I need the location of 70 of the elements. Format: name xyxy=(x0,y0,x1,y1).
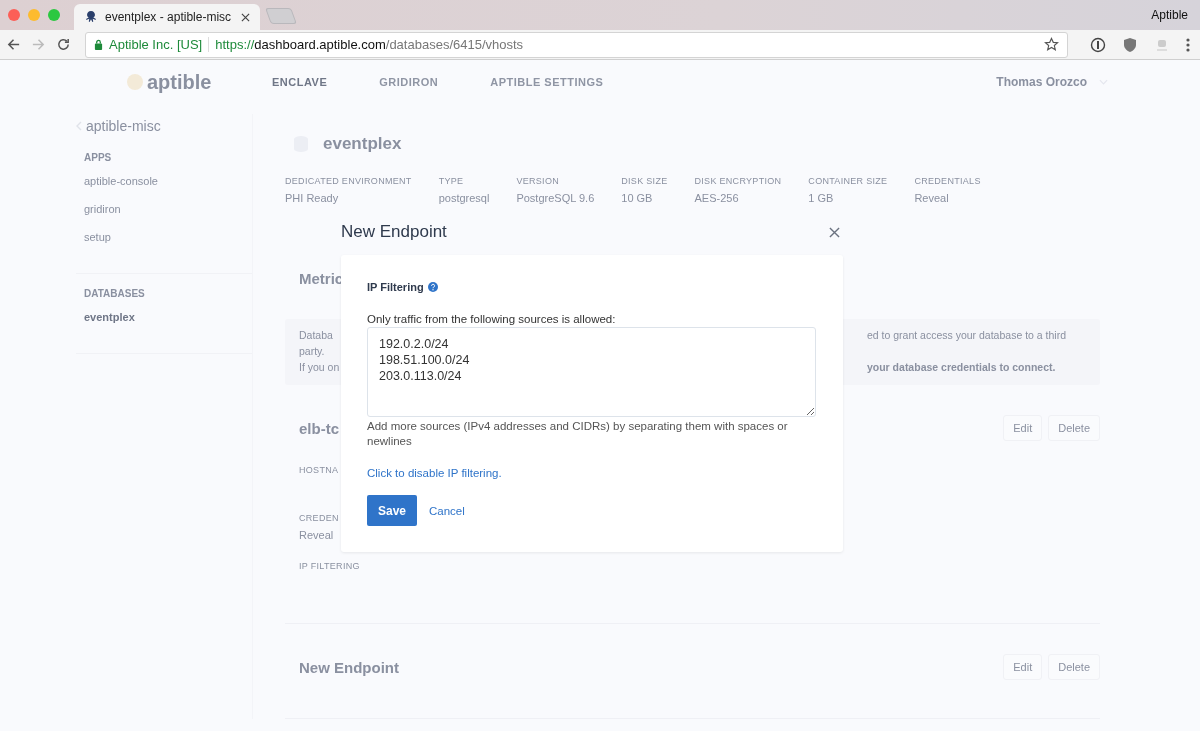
logo-icon xyxy=(125,72,145,92)
stat-value: 10 GB xyxy=(621,192,653,204)
cancel-link[interactable]: Cancel xyxy=(429,504,465,517)
sidebar-item[interactable]: setup xyxy=(84,231,111,259)
address-bar[interactable]: Aptible Inc. [US] https://dashboard.aptible.com/databases/6415/vhosts xyxy=(85,31,1068,58)
notice-text: your database credentials to connect. xyxy=(866,361,1056,373)
endpoint-title: elb-tc xyxy=(299,419,339,437)
stat-value: AES-256 xyxy=(694,192,739,204)
field-label: CREDEN xyxy=(299,513,339,523)
sidebar-item[interactable]: aptible-console xyxy=(84,175,158,203)
section-title: IP Filtering xyxy=(367,281,424,293)
field-label: IP FILTERING xyxy=(299,561,360,571)
reload-icon[interactable] xyxy=(56,37,71,52)
field-label: HOSTNA xyxy=(299,465,339,475)
disable-filtering-link[interactable]: Click to disable IP filtering. xyxy=(367,467,502,479)
close-tab-icon[interactable] xyxy=(241,12,250,22)
help-icon[interactable] xyxy=(427,282,438,292)
notice-text: party. xyxy=(299,345,325,357)
stat-label: DEDICATED ENVIRONMENT xyxy=(285,176,412,186)
stat-label: VERSION xyxy=(516,176,559,186)
menu-icon[interactable] xyxy=(1186,36,1190,53)
field-label: Only traffic from the following sources is allowed: xyxy=(367,313,617,325)
profile-name: Aptible xyxy=(1151,8,1188,22)
back-link[interactable]: aptible-misc xyxy=(86,118,161,134)
sidebar-heading: DATABASES xyxy=(84,288,145,299)
nav-tab[interactable]: ENCLAVE xyxy=(272,76,328,88)
close-icon[interactable] xyxy=(829,226,840,238)
stat-value: postgresql xyxy=(438,192,490,204)
sidebar-item[interactable]: eventplex xyxy=(84,311,135,339)
site-identity: Aptible Inc. [US] xyxy=(109,37,210,52)
lock-icon xyxy=(94,39,103,50)
endpoint-title: New Endpoint xyxy=(299,658,399,676)
stat-label: TYPE xyxy=(438,176,464,186)
notice-text: Databa xyxy=(299,329,333,341)
stat-label: CONTAINER SIZE xyxy=(808,176,888,186)
notice-text: ed to grant access your database to a third xyxy=(866,329,1066,341)
stat-value: 1 GB xyxy=(808,192,834,204)
dialog-title: New Endpoint xyxy=(341,222,447,242)
url-text: https://dashboard.aptible.com/databases/6415/vhosts xyxy=(215,37,524,52)
endpoint-button[interactable]: Edit xyxy=(1003,415,1043,441)
endpoint-button[interactable]: Delete xyxy=(1048,415,1100,441)
database-title: eventplex xyxy=(323,134,402,154)
info-circle-icon[interactable] xyxy=(1090,36,1106,53)
notice-text: If you on xyxy=(299,361,340,373)
star-icon[interactable] xyxy=(1044,37,1059,52)
tab-title: eventplex - aptible-misc xyxy=(105,10,233,24)
browser-tab[interactable]: eventplex - aptible-misc xyxy=(74,4,260,30)
back-icon[interactable] xyxy=(6,37,21,52)
help-text: Add more sources (IPv4 addresses and CIDRs) by separating them with spaces or newlines xyxy=(367,419,789,449)
sidebar-item[interactable]: gridiron xyxy=(84,203,121,231)
sidebar-heading: APPS xyxy=(84,152,112,163)
octopus-icon xyxy=(84,10,98,24)
field-value: Reveal xyxy=(299,529,334,541)
stat-value: PHI Ready xyxy=(285,192,339,204)
user-menu[interactable]: Thomas Orozco xyxy=(996,75,1087,89)
nav-tab[interactable]: APTIBLE SETTINGS xyxy=(490,76,604,88)
stat-value: PostgreSQL 9.6 xyxy=(516,192,595,204)
sources-field[interactable]: 192.0.2.0/24 198.51.100.0/24 203.0.113.0/24 xyxy=(367,327,816,417)
logo-text: aptible xyxy=(147,70,212,94)
save-button[interactable]: Save xyxy=(367,495,417,526)
shield-icon[interactable] xyxy=(1122,36,1138,53)
stat-label: DISK ENCRYPTION xyxy=(694,176,782,186)
stat-value: Reveal xyxy=(914,192,949,204)
endpoint-button[interactable]: Edit xyxy=(1003,654,1043,680)
close-window-button[interactable] xyxy=(8,9,20,21)
section-heading: Metric xyxy=(299,270,344,287)
stat-label: DISK SIZE xyxy=(621,176,668,186)
nav-tab[interactable]: GRIDIRON xyxy=(379,76,439,88)
stat-label: CREDENTIALS xyxy=(914,176,981,186)
endpoint-button[interactable]: Delete xyxy=(1048,654,1100,680)
